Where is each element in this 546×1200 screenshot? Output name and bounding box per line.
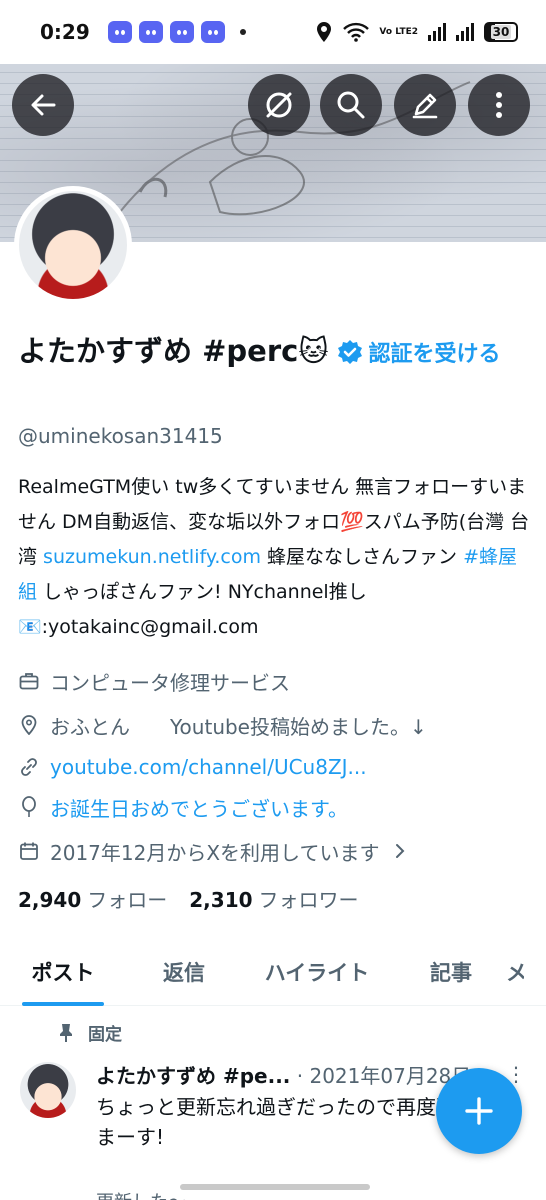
tab-replies[interactable]: 返信 — [156, 938, 212, 1006]
balloon-icon — [18, 796, 40, 818]
pinned-indicator: 固定 — [58, 1020, 122, 1045]
link-icon — [18, 756, 40, 778]
get-verified-link[interactable]: 認証を受ける — [369, 342, 501, 367]
search-button[interactable] — [320, 74, 382, 136]
tab-highlights[interactable]: ハイライト — [258, 938, 376, 1006]
wifi-icon — [343, 22, 370, 42]
search-icon — [337, 91, 365, 119]
website-row: youtube.com/channel/UCu8ZJ... — [18, 752, 528, 782]
location-icon — [317, 22, 332, 42]
notification-icons — [108, 21, 246, 43]
bio: RealmeGTM使い tw多くてすいません 無言フォローすいません DM自動返… — [18, 470, 530, 645]
joined-text: 2017年12月からXを利用しています — [50, 840, 380, 865]
tab-posts[interactable]: ポスト — [22, 938, 104, 1006]
mute-icon — [266, 92, 292, 118]
back-icon — [31, 94, 56, 116]
plus-icon — [465, 1097, 493, 1125]
location-pin-icon — [18, 714, 40, 736]
location-text: おふとん Youtube投稿始めました。↓ — [50, 714, 427, 739]
back-button[interactable] — [12, 74, 74, 136]
discord-icon — [201, 21, 225, 43]
tab-articles[interactable]: 記事 — [424, 938, 478, 1006]
followers-label: フォロワー — [258, 888, 359, 912]
bio-text: 蜂屋ななしさんファン — [261, 546, 464, 568]
status-bar: 0:29 Vo LTE2 30 — [0, 0, 546, 64]
display-name-block: よたかすずめ #perc🐱 認証を受ける — [18, 330, 528, 376]
chevron-right-icon — [396, 844, 405, 858]
bio-text: しゃっぽさんファン! NYchannel推し 📧:yotakainc@gmail… — [18, 581, 367, 638]
battery-icon: 30 — [484, 22, 518, 42]
gesture-bar[interactable] — [180, 1184, 370, 1190]
discord-icon — [108, 21, 132, 43]
clock: 0:29 — [40, 20, 90, 44]
birthday-text: お誕生日おめでとうございます。 — [50, 796, 348, 821]
verified-badge-icon — [337, 340, 362, 364]
profile-tabs: ポスト 返信 ハイライト 記事 メ — [0, 938, 546, 1006]
calendar-icon — [18, 840, 40, 862]
briefcase-icon — [18, 670, 40, 692]
system-icons: Vo LTE2 30 — [315, 21, 518, 43]
bio-link[interactable]: suzumekun.netlify.com — [43, 546, 261, 568]
location-row: おふとん Youtube投稿始めました。↓ — [18, 710, 528, 740]
avatar-image — [19, 191, 127, 299]
website-link[interactable]: youtube.com/channel/UCu8ZJ... — [50, 755, 367, 779]
follow-stats: 2,940 フォロー 2,310 フォロワー — [18, 884, 359, 913]
more-notifications-dot — [240, 29, 246, 35]
edit-icon — [412, 93, 438, 119]
birthday-row: お誕生日おめでとうございます。 — [18, 792, 528, 822]
profile-avatar[interactable] — [14, 186, 132, 304]
followers-link[interactable]: 2,310 フォロワー — [189, 884, 358, 913]
edit-button[interactable] — [394, 74, 456, 136]
discord-icon — [170, 21, 194, 43]
next-post-preview: 更新した～ — [96, 1188, 186, 1200]
post-author-avatar[interactable] — [20, 1062, 76, 1118]
post-author-name[interactable]: よたかすずめ #pe... — [96, 1064, 290, 1088]
tab-media[interactable]: メ — [506, 938, 524, 1006]
following-label: フォロー — [87, 888, 168, 912]
volte-indicator: Vo LTE2 — [379, 26, 418, 37]
compose-post-button[interactable] — [436, 1068, 522, 1154]
category-row: コンピュータ修理サービス — [18, 666, 528, 696]
more-button[interactable] — [468, 74, 530, 136]
category-text: コンピュータ修理サービス — [50, 670, 290, 695]
pinned-label: 固定 — [88, 1025, 122, 1045]
battery-level: 30 — [490, 25, 512, 39]
following-link[interactable]: 2,940 フォロー — [18, 884, 167, 913]
pin-icon — [60, 1023, 72, 1042]
mute-button[interactable] — [248, 74, 310, 136]
user-handle: @uminekosan31415 — [18, 424, 223, 448]
discord-icon — [139, 21, 163, 43]
joined-row[interactable]: 2017年12月からXを利用しています — [18, 836, 528, 866]
more-vertical-icon — [496, 92, 502, 118]
following-count: 2,940 — [18, 888, 82, 912]
followers-count: 2,310 — [189, 888, 253, 912]
display-name: よたかすずめ #perc🐱 — [18, 334, 329, 368]
signal-icon-2 — [456, 23, 474, 41]
signal-icon — [428, 23, 446, 41]
